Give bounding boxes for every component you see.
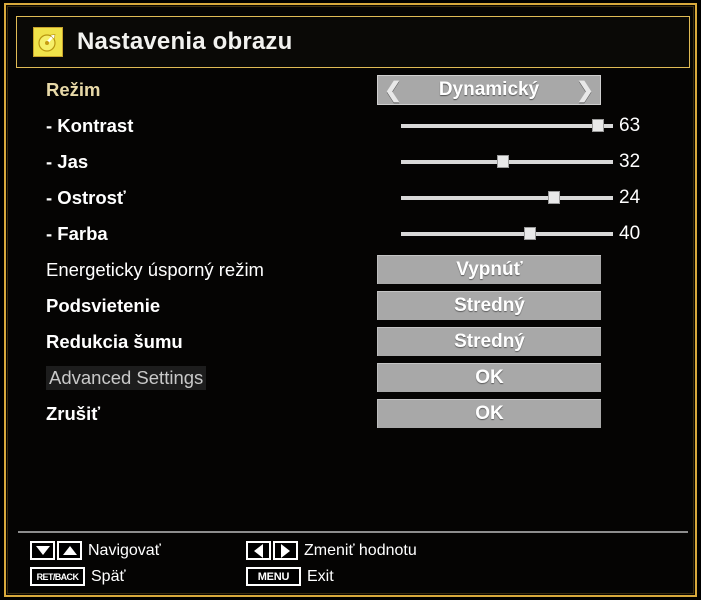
chevron-left-icon[interactable]: ❮: [384, 80, 402, 101]
row-label: Advanced Settings: [46, 366, 207, 390]
hint-change-value: Zmeniť hodnotu: [246, 540, 417, 561]
page-title: Nastavenia obrazu: [77, 28, 293, 55]
row-label: - Jas: [46, 151, 89, 172]
row-control[interactable]: OK: [377, 363, 601, 393]
hint-keys: [30, 541, 82, 560]
slider-track[interactable]: [401, 155, 613, 168]
picture-settings-icon: [33, 27, 63, 57]
row-label: Režim: [46, 79, 101, 100]
settings-row-backlight[interactable]: Podsvietenie Stredný: [16, 288, 690, 324]
row-label: Podsvietenie: [46, 295, 161, 316]
hint-keys: MENU: [246, 567, 301, 586]
osd-root: Nastavenia obrazu Režim ❮ Dynamický ❯ - …: [0, 0, 701, 600]
row-label: - Ostrosť: [46, 187, 126, 208]
noise-reduction-value-button[interactable]: Stredný: [377, 327, 601, 356]
settings-row-noise-reduction[interactable]: Redukcia šumu Stredný: [16, 324, 690, 360]
advanced-settings-ok-button[interactable]: OK: [377, 363, 601, 392]
hint-label: Exit: [307, 567, 334, 585]
row-control[interactable]: OK: [377, 399, 601, 429]
settings-row-eco-mode[interactable]: Energeticky úsporný režim Vypnúť: [16, 252, 690, 288]
arrow-right-icon: [273, 541, 298, 560]
hint-label: Zmeniť hodnotu: [304, 541, 417, 559]
row-label: - Farba: [46, 223, 108, 244]
settings-row-brightness[interactable]: - Jas 32: [16, 144, 690, 180]
settings-row-colour[interactable]: - Farba 40: [16, 216, 690, 252]
settings-list: Režim ❮ Dynamický ❯ - Kontrast 63 - Jas: [16, 72, 690, 432]
hint-back: RET/BACK Späť: [30, 566, 161, 587]
row-control[interactable]: ❮ Dynamický ❯: [377, 75, 601, 105]
contrast-value: 63: [619, 115, 641, 136]
mode-spinner-value: Dynamický: [438, 79, 540, 100]
row-label: Energeticky úsporný režim: [46, 259, 264, 280]
eco-mode-value-button[interactable]: Vypnúť: [377, 255, 601, 284]
settings-row-contrast[interactable]: - Kontrast 63: [16, 108, 690, 144]
return-back-key-label: RET/BACK: [36, 571, 79, 582]
sharpness-slider[interactable]: [401, 183, 613, 213]
arrow-left-icon: [246, 541, 271, 560]
hint-column-left: Navigovať RET/BACK Späť: [30, 540, 161, 587]
backlight-value-button[interactable]: Stredný: [377, 291, 601, 320]
slider-track[interactable]: [401, 119, 613, 132]
chevron-right-icon[interactable]: ❯: [576, 80, 594, 101]
settings-row-cancel[interactable]: Zrušiť OK: [16, 396, 690, 432]
slider-track[interactable]: [401, 191, 613, 204]
menu-key-icon: MENU: [246, 567, 301, 586]
hint-label: Späť: [91, 567, 126, 585]
contrast-slider[interactable]: [401, 111, 613, 141]
row-label: Zrušiť: [46, 403, 101, 424]
brightness-slider[interactable]: [401, 147, 613, 177]
row-control[interactable]: Stredný: [377, 327, 601, 357]
row-label: Redukcia šumu: [46, 331, 183, 352]
row-control[interactable]: Stredný: [377, 291, 601, 321]
menu-key-label: MENU: [257, 570, 290, 583]
return-back-key-icon: RET/BACK: [30, 567, 85, 586]
hint-column-right: Zmeniť hodnotu MENU Exit: [246, 540, 417, 587]
row-control[interactable]: Vypnúť: [377, 255, 601, 285]
slider-knob[interactable]: [496, 155, 509, 168]
sharpness-value: 24: [619, 187, 641, 208]
slider-knob[interactable]: [592, 119, 605, 132]
slider-knob[interactable]: [547, 191, 560, 204]
colour-slider[interactable]: [401, 219, 613, 249]
hint-separator: [18, 531, 688, 533]
hint-keys: [246, 541, 298, 560]
slider-track[interactable]: [401, 227, 613, 240]
arrow-down-icon: [30, 541, 55, 560]
settings-row-sharpness[interactable]: - Ostrosť 24: [16, 180, 690, 216]
settings-row-advanced-settings[interactable]: Advanced Settings OK: [16, 360, 690, 396]
slider-knob[interactable]: [524, 227, 537, 240]
row-label: - Kontrast: [46, 115, 134, 136]
title-bar: Nastavenia obrazu: [16, 16, 690, 68]
hint-exit: MENU Exit: [246, 566, 417, 587]
hint-navigate: Navigovať: [30, 540, 161, 561]
hint-keys: RET/BACK: [30, 567, 85, 586]
settings-row-mode[interactable]: Režim ❮ Dynamický ❯: [16, 72, 690, 108]
cancel-ok-button[interactable]: OK: [377, 399, 601, 428]
mode-spinner[interactable]: ❮ Dynamický ❯: [377, 75, 601, 105]
colour-value: 40: [619, 223, 641, 244]
hint-label: Navigovať: [88, 541, 161, 559]
arrow-up-icon: [57, 541, 82, 560]
brightness-value: 32: [619, 151, 641, 172]
